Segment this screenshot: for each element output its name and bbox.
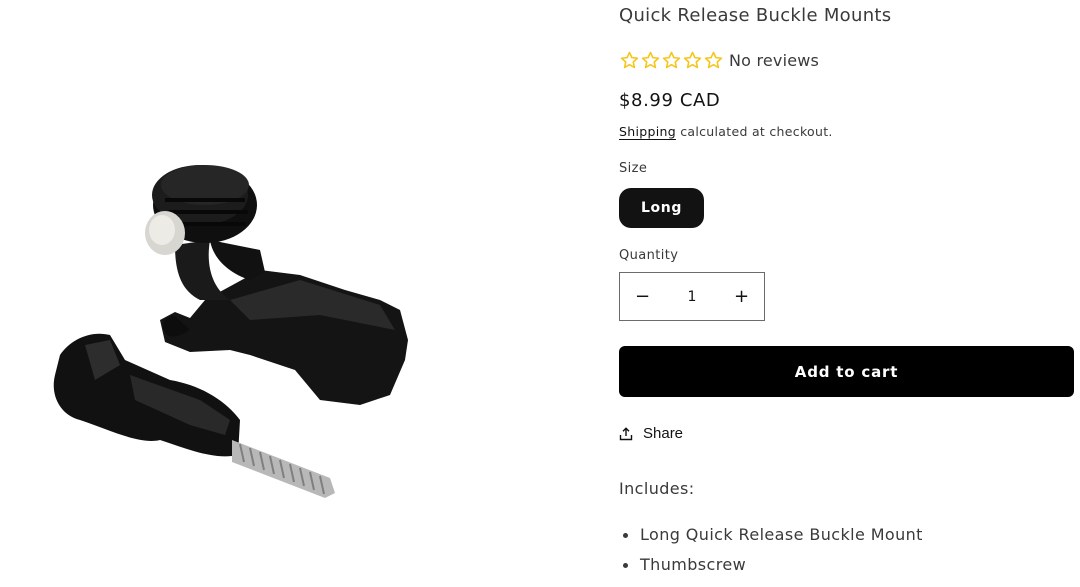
list-item: Thumbscrew <box>619 553 923 583</box>
share-label: Share <box>643 425 684 442</box>
includes-list: Long Quick Release Buckle Mount Thumbscr… <box>619 523 923 583</box>
share-icon <box>619 426 633 440</box>
quantity-input[interactable] <box>665 287 719 306</box>
product-image[interactable] <box>0 0 590 587</box>
includes-heading: Includes: <box>619 479 695 498</box>
list-item: Long Quick Release Buckle Mount <box>619 523 923 553</box>
quantity-stepper: − + <box>619 272 765 321</box>
product-title: Quick Release Buckle Mounts <box>619 5 892 26</box>
add-to-cart-button[interactable]: Add to cart <box>619 346 1074 397</box>
share-button[interactable]: Share <box>619 425 683 442</box>
quantity-label: Quantity <box>619 248 679 263</box>
star-outline-icon <box>704 51 723 69</box>
quantity-increase-button[interactable]: + <box>719 273 764 320</box>
size-label: Size <box>619 161 648 176</box>
shipping-link[interactable]: Shipping <box>619 124 676 139</box>
quantity-decrease-button[interactable]: − <box>620 273 665 320</box>
star-outline-icon <box>641 51 660 69</box>
shipping-text: calculated at checkout. <box>680 124 833 139</box>
rating: No reviews <box>619 50 819 71</box>
minus-icon: − <box>634 286 651 307</box>
shipping-note: Shipping calculated at checkout. <box>619 124 833 139</box>
star-outline-icon <box>662 51 681 69</box>
star-outline-icon <box>620 51 639 69</box>
product-photo <box>53 165 408 498</box>
size-option-long[interactable]: Long <box>619 188 704 228</box>
reviews-count[interactable]: No reviews <box>729 51 819 70</box>
star-outline-icon <box>683 51 702 69</box>
product-price: $8.99 CAD <box>619 90 721 111</box>
rating-stars <box>619 50 724 71</box>
plus-icon: + <box>733 286 750 307</box>
